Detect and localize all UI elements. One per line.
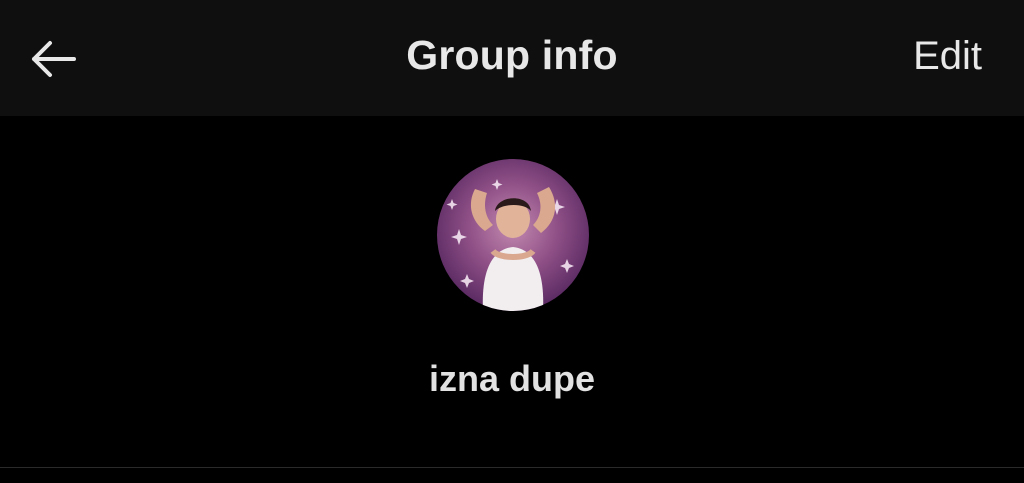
top-bar: Group info Edit — [0, 0, 1024, 116]
page-title: Group info — [406, 32, 618, 78]
back-button[interactable] — [22, 30, 84, 88]
divider — [0, 467, 1024, 468]
edit-button[interactable]: Edit — [913, 34, 982, 79]
arrow-left-icon — [28, 39, 78, 79]
group-avatar[interactable] — [437, 159, 589, 311]
group-name: izna dupe — [428, 358, 595, 399]
